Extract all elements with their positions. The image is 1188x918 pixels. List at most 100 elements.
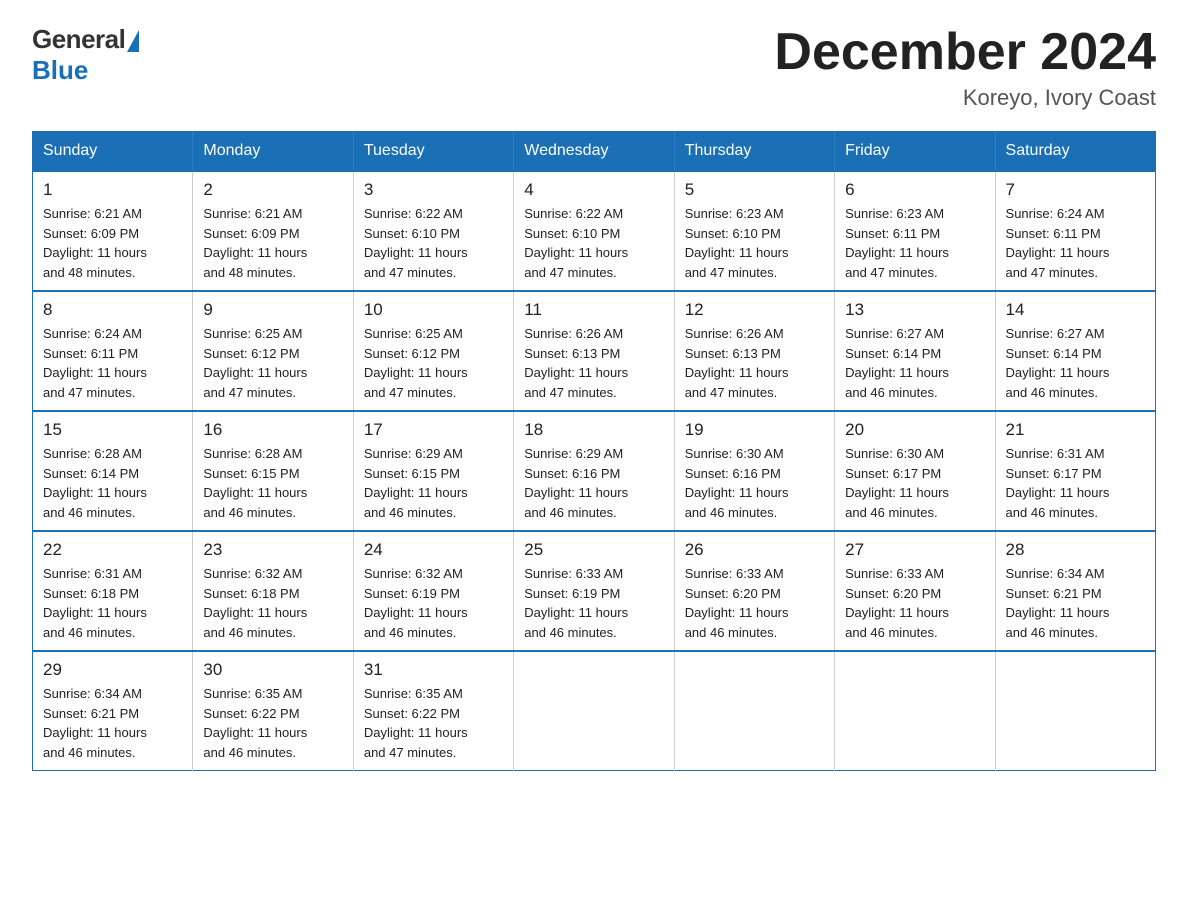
header-cell-monday: Monday: [193, 132, 353, 172]
day-cell: 13Sunrise: 6:27 AM Sunset: 6:14 PM Dayli…: [835, 291, 995, 411]
day-cell: 10Sunrise: 6:25 AM Sunset: 6:12 PM Dayli…: [353, 291, 513, 411]
day-info: Sunrise: 6:26 AM Sunset: 6:13 PM Dayligh…: [524, 324, 663, 402]
day-cell: 27Sunrise: 6:33 AM Sunset: 6:20 PM Dayli…: [835, 531, 995, 651]
header-cell-tuesday: Tuesday: [353, 132, 513, 172]
day-cell: 18Sunrise: 6:29 AM Sunset: 6:16 PM Dayli…: [514, 411, 674, 531]
day-cell: 12 Sunrise: 6:26 AM Sunset: 6:13 PM Dayli…: [674, 291, 834, 411]
day-number: 28: [1006, 540, 1145, 560]
day-info: Sunrise: 6:23 AM Sunset: 6:10 PM Dayligh…: [685, 204, 824, 282]
day-number: 18: [524, 420, 663, 440]
day-info: Sunrise: 6:29 AM Sunset: 6:15 PM Dayligh…: [364, 444, 503, 522]
day-cell: 6Sunrise: 6:23 AM Sunset: 6:11 PM Daylig…: [835, 171, 995, 291]
day-cell: 22Sunrise: 6:31 AM Sunset: 6:18 PM Dayli…: [33, 531, 193, 651]
day-cell: 30 Sunrise: 6:35 AM Sunset: 6:22 PM Dayli…: [193, 651, 353, 771]
day-cell: [835, 651, 995, 771]
header-cell-thursday: Thursday: [674, 132, 834, 172]
day-number: 17: [364, 420, 503, 440]
day-number: 30: [203, 660, 342, 680]
day-info: Sunrise: 6:27 AM Sunset: 6:14 PM Dayligh…: [1006, 324, 1145, 402]
day-cell: 21Sunrise: 6:31 AM Sunset: 6:17 PM Dayli…: [995, 411, 1155, 531]
day-cell: 3Sunrise: 6:22 AM Sunset: 6:10 PM Daylig…: [353, 171, 513, 291]
day-cell: 16 Sunrise: 6:28 AM Sunset: 6:15 PM Dayli…: [193, 411, 353, 531]
day-cell: 4 Sunrise: 6:22 AM Sunset: 6:10 PM Daylig…: [514, 171, 674, 291]
day-number: 19: [685, 420, 824, 440]
day-cell: 5 Sunrise: 6:23 AM Sunset: 6:10 PM Daylig…: [674, 171, 834, 291]
day-cell: 24Sunrise: 6:32 AM Sunset: 6:19 PM Dayli…: [353, 531, 513, 651]
day-info: Sunrise: 6:34 AM Sunset: 6:21 PM Dayligh…: [43, 684, 182, 762]
day-number: 23: [203, 540, 342, 560]
logo: General Blue: [32, 24, 139, 86]
day-number: 7: [1006, 180, 1145, 200]
day-info: Sunrise: 6:31 AM Sunset: 6:17 PM Dayligh…: [1006, 444, 1145, 522]
day-number: 20: [845, 420, 984, 440]
day-cell: 28 Sunrise: 6:34 AM Sunset: 6:21 PM Dayli…: [995, 531, 1155, 651]
day-number: 29: [43, 660, 182, 680]
day-cell: 17 Sunrise: 6:29 AM Sunset: 6:15 PM Dayli…: [353, 411, 513, 531]
calendar-subtitle: Koreyo, Ivory Coast: [774, 85, 1156, 111]
day-cell: 14 Sunrise: 6:27 AM Sunset: 6:14 PM Dayli…: [995, 291, 1155, 411]
calendar-title: December 2024: [774, 24, 1156, 81]
day-info: Sunrise: 6:25 AM Sunset: 6:12 PM Dayligh…: [203, 324, 342, 402]
day-number: 8: [43, 300, 182, 320]
header-cell-friday: Friday: [835, 132, 995, 172]
day-number: 2: [203, 180, 342, 200]
day-number: 10: [364, 300, 503, 320]
day-info: Sunrise: 6:33 AM Sunset: 6:20 PM Dayligh…: [685, 564, 824, 642]
day-info: Sunrise: 6:22 AM Sunset: 6:10 PM Dayligh…: [524, 204, 663, 282]
header-cell-sunday: Sunday: [33, 132, 193, 172]
day-number: 31: [364, 660, 503, 680]
day-cell: 19 Sunrise: 6:30 AM Sunset: 6:16 PM Dayli…: [674, 411, 834, 531]
page-header: General Blue December 2024 Koreyo, Ivory…: [32, 24, 1156, 111]
day-number: 15: [43, 420, 182, 440]
calendar-table: SundayMondayTuesdayWednesdayThursdayFrid…: [32, 131, 1156, 771]
day-number: 12: [685, 300, 824, 320]
day-number: 1: [43, 180, 182, 200]
day-cell: 11 Sunrise: 6:26 AM Sunset: 6:13 PM Dayli…: [514, 291, 674, 411]
title-block: December 2024 Koreyo, Ivory Coast: [774, 24, 1156, 111]
day-number: 27: [845, 540, 984, 560]
week-row-2: 8Sunrise: 6:24 AM Sunset: 6:11 PM Daylig…: [33, 291, 1156, 411]
day-cell: 1Sunrise: 6:21 AM Sunset: 6:09 PM Daylig…: [33, 171, 193, 291]
day-info: Sunrise: 6:35 AM Sunset: 6:22 PM Dayligh…: [203, 684, 342, 762]
day-info: Sunrise: 6:28 AM Sunset: 6:15 PM Dayligh…: [203, 444, 342, 522]
day-cell: [995, 651, 1155, 771]
header-cell-wednesday: Wednesday: [514, 132, 674, 172]
day-info: Sunrise: 6:32 AM Sunset: 6:18 PM Dayligh…: [203, 564, 342, 642]
calendar-header-row: SundayMondayTuesdayWednesdayThursdayFrid…: [33, 132, 1156, 172]
day-cell: 31 Sunrise: 6:35 AM Sunset: 6:22 PM Dayli…: [353, 651, 513, 771]
day-number: 14: [1006, 300, 1145, 320]
day-number: 9: [203, 300, 342, 320]
day-cell: 26 Sunrise: 6:33 AM Sunset: 6:20 PM Dayli…: [674, 531, 834, 651]
week-row-4: 22Sunrise: 6:31 AM Sunset: 6:18 PM Dayli…: [33, 531, 1156, 651]
day-info: Sunrise: 6:21 AM Sunset: 6:09 PM Dayligh…: [203, 204, 342, 282]
day-number: 16: [203, 420, 342, 440]
day-cell: 20Sunrise: 6:30 AM Sunset: 6:17 PM Dayli…: [835, 411, 995, 531]
day-number: 22: [43, 540, 182, 560]
header-cell-saturday: Saturday: [995, 132, 1155, 172]
day-info: Sunrise: 6:33 AM Sunset: 6:19 PM Dayligh…: [524, 564, 663, 642]
day-info: Sunrise: 6:28 AM Sunset: 6:14 PM Dayligh…: [43, 444, 182, 522]
day-cell: 29 Sunrise: 6:34 AM Sunset: 6:21 PM Dayli…: [33, 651, 193, 771]
day-cell: 2 Sunrise: 6:21 AM Sunset: 6:09 PM Daylig…: [193, 171, 353, 291]
day-cell: 25Sunrise: 6:33 AM Sunset: 6:19 PM Dayli…: [514, 531, 674, 651]
day-info: Sunrise: 6:35 AM Sunset: 6:22 PM Dayligh…: [364, 684, 503, 762]
day-cell: 7 Sunrise: 6:24 AM Sunset: 6:11 PM Daylig…: [995, 171, 1155, 291]
week-row-5: 29 Sunrise: 6:34 AM Sunset: 6:21 PM Dayli…: [33, 651, 1156, 771]
day-info: Sunrise: 6:26 AM Sunset: 6:13 PM Dayligh…: [685, 324, 824, 402]
day-number: 4: [524, 180, 663, 200]
day-cell: 8Sunrise: 6:24 AM Sunset: 6:11 PM Daylig…: [33, 291, 193, 411]
day-number: 26: [685, 540, 824, 560]
day-cell: 15 Sunrise: 6:28 AM Sunset: 6:14 PM Dayli…: [33, 411, 193, 531]
day-number: 6: [845, 180, 984, 200]
day-cell: 23 Sunrise: 6:32 AM Sunset: 6:18 PM Dayli…: [193, 531, 353, 651]
day-info: Sunrise: 6:30 AM Sunset: 6:16 PM Dayligh…: [685, 444, 824, 522]
day-number: 11: [524, 300, 663, 320]
day-cell: [514, 651, 674, 771]
day-number: 13: [845, 300, 984, 320]
logo-blue-text: Blue: [32, 55, 88, 86]
day-number: 5: [685, 180, 824, 200]
day-info: Sunrise: 6:24 AM Sunset: 6:11 PM Dayligh…: [1006, 204, 1145, 282]
day-cell: 9 Sunrise: 6:25 AM Sunset: 6:12 PM Daylig…: [193, 291, 353, 411]
day-info: Sunrise: 6:34 AM Sunset: 6:21 PM Dayligh…: [1006, 564, 1145, 642]
week-row-1: 1 Sunrise: 6:21 AM Sunset: 6:09 PM Daylig…: [33, 171, 1156, 291]
